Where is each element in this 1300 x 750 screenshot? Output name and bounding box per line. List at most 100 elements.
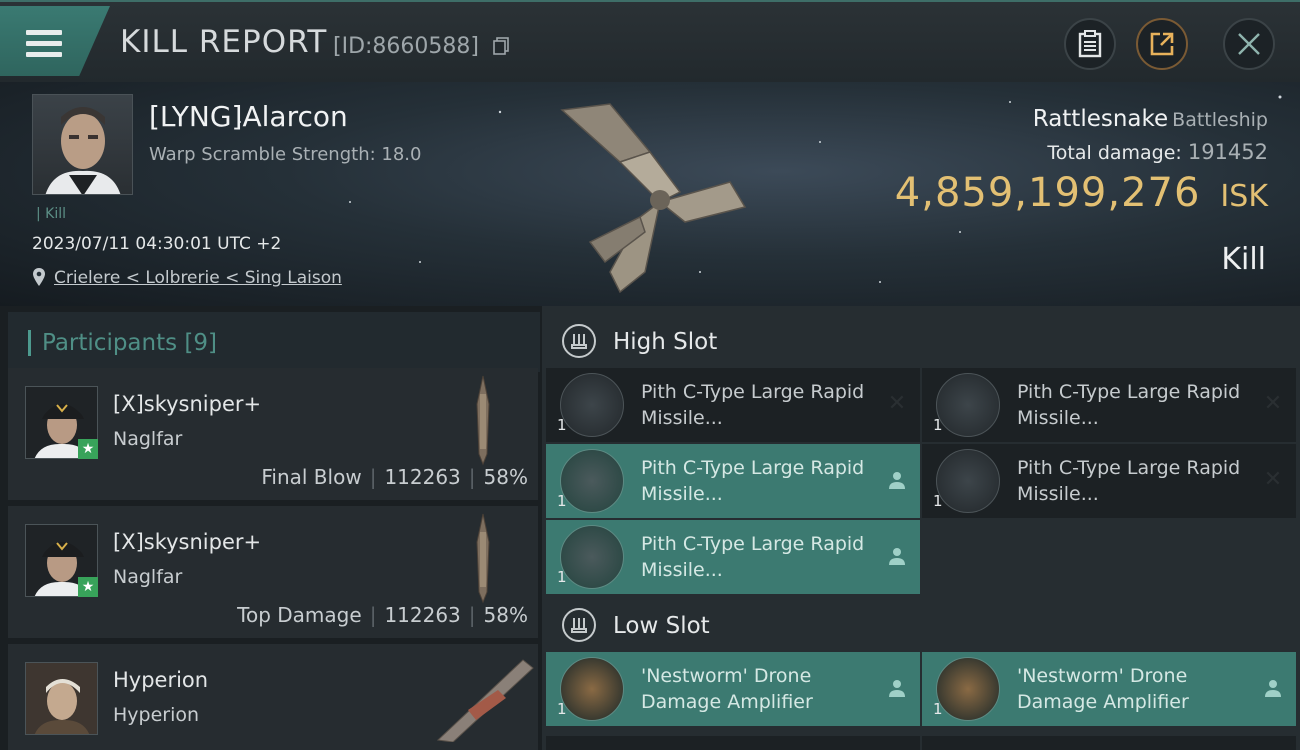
- module-item[interactable]: 1 'Nestworm' Drone Damage Amplifier: [546, 652, 920, 726]
- kill-location-link[interactable]: Crielere < Lolbrerie < Sing Laison: [54, 268, 342, 288]
- kill-tag-label: Kill: [45, 206, 67, 222]
- drone-damage-amplifier-icon: [936, 657, 1000, 721]
- dropped-person-icon: [889, 548, 905, 565]
- menu-button[interactable]: [0, 6, 110, 76]
- low-slot-header: Low Slot: [542, 594, 1300, 656]
- participants-header: Participants [9]: [8, 312, 540, 372]
- fittings-panel: High Slot 1 Pith C-Type Large Rapid Miss…: [542, 306, 1300, 750]
- module-item-partial[interactable]: [546, 736, 920, 750]
- victim-ship-class: Battleship: [1172, 109, 1268, 131]
- page-title: KILL REPORT: [120, 24, 328, 60]
- participant-stats: Top Damage | 112263 | 58%: [237, 603, 528, 627]
- module-item[interactable]: 1 'Nestworm' Drone Damage Amplifier: [922, 652, 1296, 726]
- victim-ship-name: Rattlesnake: [1032, 106, 1169, 132]
- total-damage: Total damage: 191452: [1047, 140, 1268, 164]
- participant-ship: Naglfar: [113, 566, 183, 588]
- participant-ship: Hyperion: [113, 704, 200, 726]
- module-item[interactable]: 1 Pith C-Type Large Rapid Missile... ✕: [546, 368, 920, 442]
- participant-card[interactable]: ★ [X]skysniper+ Naglfar Top Damage | 11226…: [8, 506, 538, 638]
- participant-role: Top Damage: [237, 603, 362, 627]
- participant-ship-icon: [476, 513, 490, 604]
- copy-icon[interactable]: [493, 37, 509, 55]
- high-slot-label: High Slot: [613, 329, 718, 355]
- star-badge-icon: ★: [78, 577, 98, 597]
- participant-name: Hyperion: [113, 668, 209, 692]
- module-name: 'Nestworm' Drone Damage Amplifier: [641, 665, 813, 713]
- dropped-person-icon: [889, 472, 905, 489]
- module-quantity: 1: [933, 492, 943, 510]
- participant-ship-icon: [436, 659, 534, 742]
- module-quantity: 1: [933, 700, 943, 718]
- kill-datetime: 2023/07/11 04:30:01 UTC +2: [32, 234, 282, 254]
- share-button[interactable]: [1136, 18, 1188, 70]
- module-name: Pith C-Type Large Rapid Missile...: [641, 381, 865, 429]
- module-item[interactable]: 1 Pith C-Type Large Rapid Missile...: [546, 520, 920, 594]
- isk-value: 4,859,199,276 ISK: [895, 170, 1268, 216]
- close-button[interactable]: [1223, 18, 1275, 70]
- participant-avatar: [25, 662, 98, 735]
- module-name: Pith C-Type Large Rapid Missile...: [641, 457, 865, 505]
- kill-id: [ID:8660588]: [333, 34, 479, 59]
- total-damage-value: 191452: [1187, 140, 1268, 164]
- participants-panel: Participants [9] ★ [X]skysniper+ Naglfar…: [0, 306, 542, 750]
- module-quantity: 1: [557, 568, 567, 586]
- destroyed-icon: ✕: [1263, 467, 1283, 492]
- rapid-missile-launcher-icon: [560, 449, 624, 513]
- participant-damage: 112263: [384, 465, 461, 489]
- module-item[interactable]: 1 Pith C-Type Large Rapid Missile... ✕: [922, 368, 1296, 442]
- participant-name: [X]skysniper+: [113, 392, 262, 416]
- participant-card[interactable]: Hyperion Hyperion: [8, 644, 538, 750]
- victim-name[interactable]: [LYNG]Alarcon: [149, 100, 348, 133]
- isk-currency: ISK: [1220, 179, 1268, 214]
- location-pin-icon: [33, 268, 45, 286]
- isk-amount: 4,859,199,276: [894, 170, 1201, 216]
- kill-report-header: KILL REPORT [ID:8660588]: [0, 0, 1300, 82]
- warp-scramble-strength: Warp Scramble Strength: 18.0: [149, 144, 422, 165]
- drone-damage-amplifier-icon: [560, 657, 624, 721]
- participants-title: Participants [9]: [42, 330, 217, 356]
- victim-ship-render: [560, 103, 747, 294]
- rapid-missile-launcher-icon: [560, 373, 624, 437]
- close-icon: [1238, 33, 1260, 55]
- module-quantity: 1: [933, 416, 943, 434]
- participant-card[interactable]: ★ [X]skysniper+ Naglfar Final Blow | 11226…: [8, 368, 538, 500]
- participant-ship-icon: [476, 375, 490, 466]
- module-quantity: 1: [557, 700, 567, 718]
- module-name: Pith C-Type Large Rapid Missile...: [1017, 381, 1241, 429]
- clipboard-button[interactable]: [1064, 18, 1116, 70]
- module-item[interactable]: 1 Pith C-Type Large Rapid Missile... ✕: [922, 444, 1296, 518]
- kill-tag: | Kill: [36, 206, 67, 222]
- participant-role: Final Blow: [261, 465, 362, 489]
- high-slot-header: High Slot: [542, 310, 1300, 372]
- header-accent-bar: [28, 330, 31, 356]
- victim-summary: [LYNG]Alarcon Warp Scramble Strength: 18…: [0, 82, 1300, 306]
- high-slot-icon: [562, 324, 596, 358]
- module-name: Pith C-Type Large Rapid Missile...: [641, 533, 865, 581]
- rapid-missile-launcher-icon: [560, 525, 624, 589]
- participant-percent: 58%: [483, 603, 528, 627]
- low-slot-label: Low Slot: [613, 613, 710, 639]
- module-quantity: 1: [557, 416, 567, 434]
- destroyed-icon: ✕: [1263, 391, 1283, 416]
- victim-ship[interactable]: Rattlesnake Battleship: [1033, 106, 1268, 132]
- low-slot-icon: [562, 608, 596, 642]
- module-item[interactable]: 1 Pith C-Type Large Rapid Missile...: [546, 444, 920, 518]
- module-quantity: 1: [557, 492, 567, 510]
- module-name: 'Nestworm' Drone Damage Amplifier: [1017, 665, 1189, 713]
- star-badge-icon: ★: [78, 439, 98, 459]
- dropped-person-icon: [1265, 680, 1281, 697]
- participant-ship: Naglfar: [113, 428, 183, 450]
- clipboard-icon: [1078, 30, 1102, 58]
- victim-portrait[interactable]: [32, 94, 133, 195]
- participant-damage: 112263: [384, 603, 461, 627]
- dropped-person-icon: [889, 680, 905, 697]
- kill-result: Kill: [1221, 242, 1266, 277]
- participant-stats: Final Blow | 112263 | 58%: [261, 465, 528, 489]
- participant-name: [X]skysniper+: [113, 530, 262, 554]
- total-damage-label: Total damage:: [1047, 142, 1182, 164]
- share-icon: [1150, 32, 1174, 56]
- module-item-partial[interactable]: [922, 736, 1296, 750]
- rapid-missile-launcher-icon: [936, 373, 1000, 437]
- rapid-missile-launcher-icon: [936, 449, 1000, 513]
- module-name: Pith C-Type Large Rapid Missile...: [1017, 457, 1241, 505]
